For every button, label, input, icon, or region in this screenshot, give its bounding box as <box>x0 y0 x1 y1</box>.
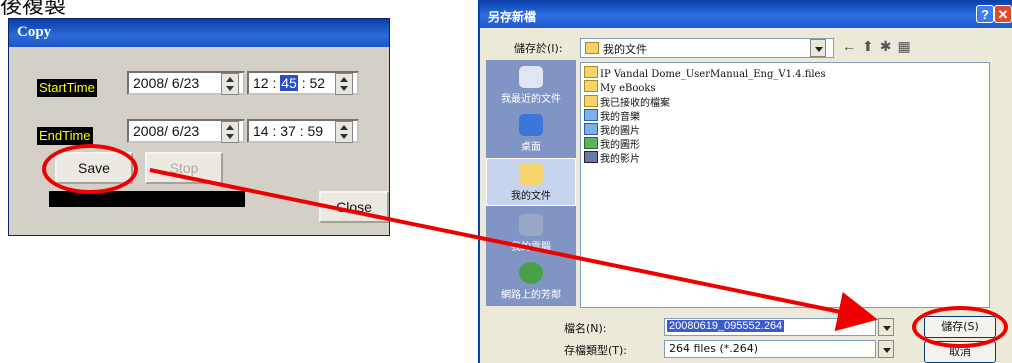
callout-arrow <box>149 168 878 332</box>
arrow-line <box>149 168 878 332</box>
